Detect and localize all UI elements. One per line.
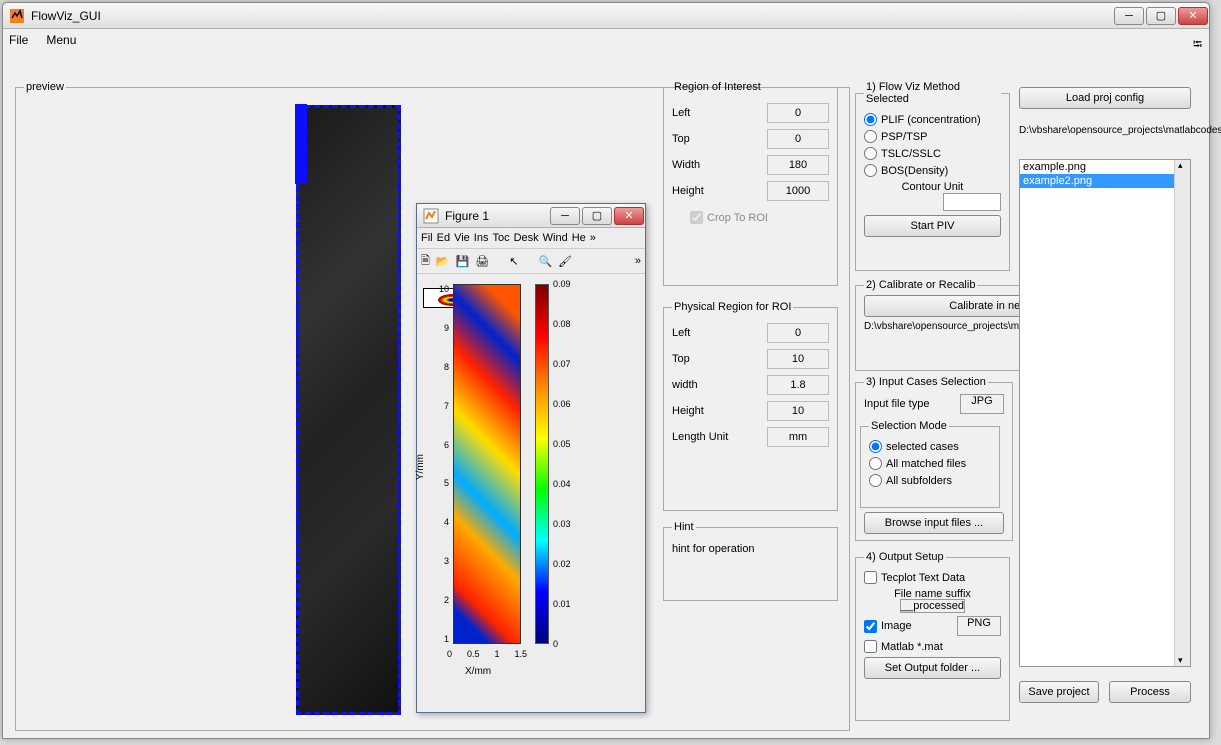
fig-menu-view[interactable]: Vie — [454, 232, 470, 244]
project-path-label: D:\vbshare\opensource_projects\matlabcod… — [1019, 125, 1191, 137]
set-output-folder-button[interactable]: Set Output folder ... — [864, 657, 1001, 679]
figure-title: Figure 1 — [445, 209, 489, 223]
x-axis-label: X/mm — [465, 666, 491, 677]
new-icon[interactable]: 🗎 — [421, 252, 430, 271]
zoom-icon[interactable]: 🔍 — [538, 255, 552, 268]
browse-input-button[interactable]: Browse input files ... — [864, 512, 1004, 534]
heatmap-plot[interactable] — [453, 284, 521, 644]
matlab-checkbox[interactable] — [864, 640, 877, 653]
phys-top-field[interactable]: 10 — [767, 349, 829, 369]
menu-menu[interactable]: Menu — [46, 33, 76, 47]
selection-mode-panel: Selection Mode selected cases All matche… — [860, 420, 1000, 508]
image-checkbox[interactable] — [864, 620, 877, 633]
radio-bos[interactable] — [864, 164, 877, 177]
process-button[interactable]: Process — [1109, 681, 1191, 703]
radio-tslc[interactable] — [864, 147, 877, 160]
app-icon — [9, 8, 25, 24]
list-item[interactable]: example2.png — [1020, 174, 1190, 188]
fig-close-button[interactable]: ✕ — [614, 207, 644, 225]
phys-width-field[interactable]: 1.8 — [767, 375, 829, 395]
radio-psp[interactable] — [864, 130, 877, 143]
output-setup-panel: 4) Output Setup Tecplot Text Data File n… — [855, 551, 1010, 721]
app-window: FlowViz_GUI ─ ▢ ✕ File Menu ⭾ preview Fi… — [2, 2, 1210, 739]
crop-to-roi-checkbox[interactable]: Crop To ROI — [690, 211, 829, 224]
list-item[interactable]: example.png — [1020, 160, 1190, 174]
y-axis-label: Y/mm — [415, 454, 426, 480]
brush-icon[interactable]: 🖌 — [558, 255, 572, 268]
phys-height-field[interactable]: 10 — [767, 401, 829, 421]
fig-maximize-button[interactable]: ▢ — [582, 207, 612, 225]
radio-selected-cases[interactable] — [869, 440, 882, 453]
input-file-type-field[interactable]: JPG — [960, 394, 1004, 414]
suffix-field[interactable]: __processed — [900, 599, 965, 613]
image-format-field[interactable]: PNG — [957, 616, 1001, 636]
radio-plif[interactable] — [864, 113, 877, 126]
close-button[interactable]: ✕ — [1178, 7, 1208, 25]
menu-chevron-icon[interactable]: ⭾ — [1193, 35, 1203, 45]
figure-window: Figure 1 ─ ▢ ✕ Fil Ed Vie Ins Toc Desk W… — [416, 203, 646, 713]
phys-left-field[interactable]: 0 — [767, 323, 829, 343]
physical-region-panel: Physical Region for ROI Left0 Top10 widt… — [663, 301, 838, 511]
method-panel: 1) Flow Viz Method Selected PLIF (concen… — [855, 81, 1010, 271]
file-listbox[interactable]: example.png example2.png — [1019, 159, 1191, 667]
open-icon[interactable]: 📂 — [436, 255, 450, 268]
preview-legend: preview — [24, 81, 66, 93]
fig-menu-desktop[interactable]: Desk — [514, 232, 539, 244]
roi-height-field[interactable]: 1000 — [767, 181, 829, 201]
roi-panel: Region of Interest Left0 Top0 Width180 H… — [663, 81, 838, 286]
hint-text: hint for operation — [672, 543, 829, 555]
length-unit-field[interactable]: mm — [767, 427, 829, 447]
y-ticks: 109 87 65 43 21 — [423, 284, 449, 644]
maximize-button[interactable]: ▢ — [1146, 7, 1176, 25]
start-piv-button[interactable]: Start PIV — [864, 215, 1001, 237]
hint-panel: Hint hint for operation — [663, 521, 838, 601]
save-icon[interactable]: 💾 — [456, 255, 470, 268]
matlab-icon — [423, 208, 439, 224]
save-project-button[interactable]: Save project — [1019, 681, 1099, 703]
x-ticks: 00.5 11.5 — [447, 649, 527, 659]
more-icon[interactable]: » — [635, 255, 641, 267]
fig-minimize-button[interactable]: ─ — [550, 207, 580, 225]
chevron-icon[interactable]: » — [590, 232, 596, 244]
roi-width-field[interactable]: 180 — [767, 155, 829, 175]
fig-menu-help[interactable]: He — [572, 232, 586, 244]
load-proj-config-button[interactable]: Load proj config — [1019, 87, 1191, 109]
fig-menu-window[interactable]: Wind — [543, 232, 568, 244]
roi-top-field[interactable]: 0 — [767, 129, 829, 149]
fig-menu-insert[interactable]: Ins — [474, 232, 489, 244]
figure-toolbar: 🗎 📂 💾 🖨 ↖ 🔍 🖌 » — [417, 248, 645, 274]
fig-menu-edit[interactable]: Ed — [437, 232, 450, 244]
contour-unit-input[interactable] — [943, 193, 1001, 211]
print-icon[interactable]: 🖨 — [475, 255, 489, 268]
minimize-button[interactable]: ─ — [1114, 7, 1144, 25]
preview-image[interactable] — [296, 105, 401, 715]
menu-file[interactable]: File — [9, 33, 28, 47]
fig-menu-tools[interactable]: Toc — [492, 232, 509, 244]
scrollbar[interactable] — [1174, 160, 1190, 666]
radio-all-matched[interactable] — [869, 457, 882, 470]
fig-menu-file[interactable]: Fil — [421, 232, 433, 244]
window-title: FlowViz_GUI — [31, 9, 101, 23]
tecplot-checkbox[interactable] — [864, 571, 877, 584]
titlebar: FlowViz_GUI ─ ▢ ✕ — [3, 3, 1209, 29]
figure-axes[interactable]: 109 87 65 43 21 Y/mm 00.5 11.5 X/mm — [417, 274, 645, 704]
figure-menubar: Fil Ed Vie Ins Toc Desk Wind He » — [417, 228, 645, 248]
colorbar[interactable] — [535, 284, 549, 644]
pointer-icon[interactable]: ↖ — [509, 255, 518, 268]
colorbar-ticks: 0.090.08 0.070.06 0.050.04 0.030.02 0.01… — [553, 279, 571, 649]
radio-all-subfolders[interactable] — [869, 474, 882, 487]
roi-left-field[interactable]: 0 — [767, 103, 829, 123]
input-cases-panel: 3) Input Cases Selection Input file type… — [855, 376, 1013, 541]
menubar: File Menu ⭾ — [3, 29, 1209, 51]
